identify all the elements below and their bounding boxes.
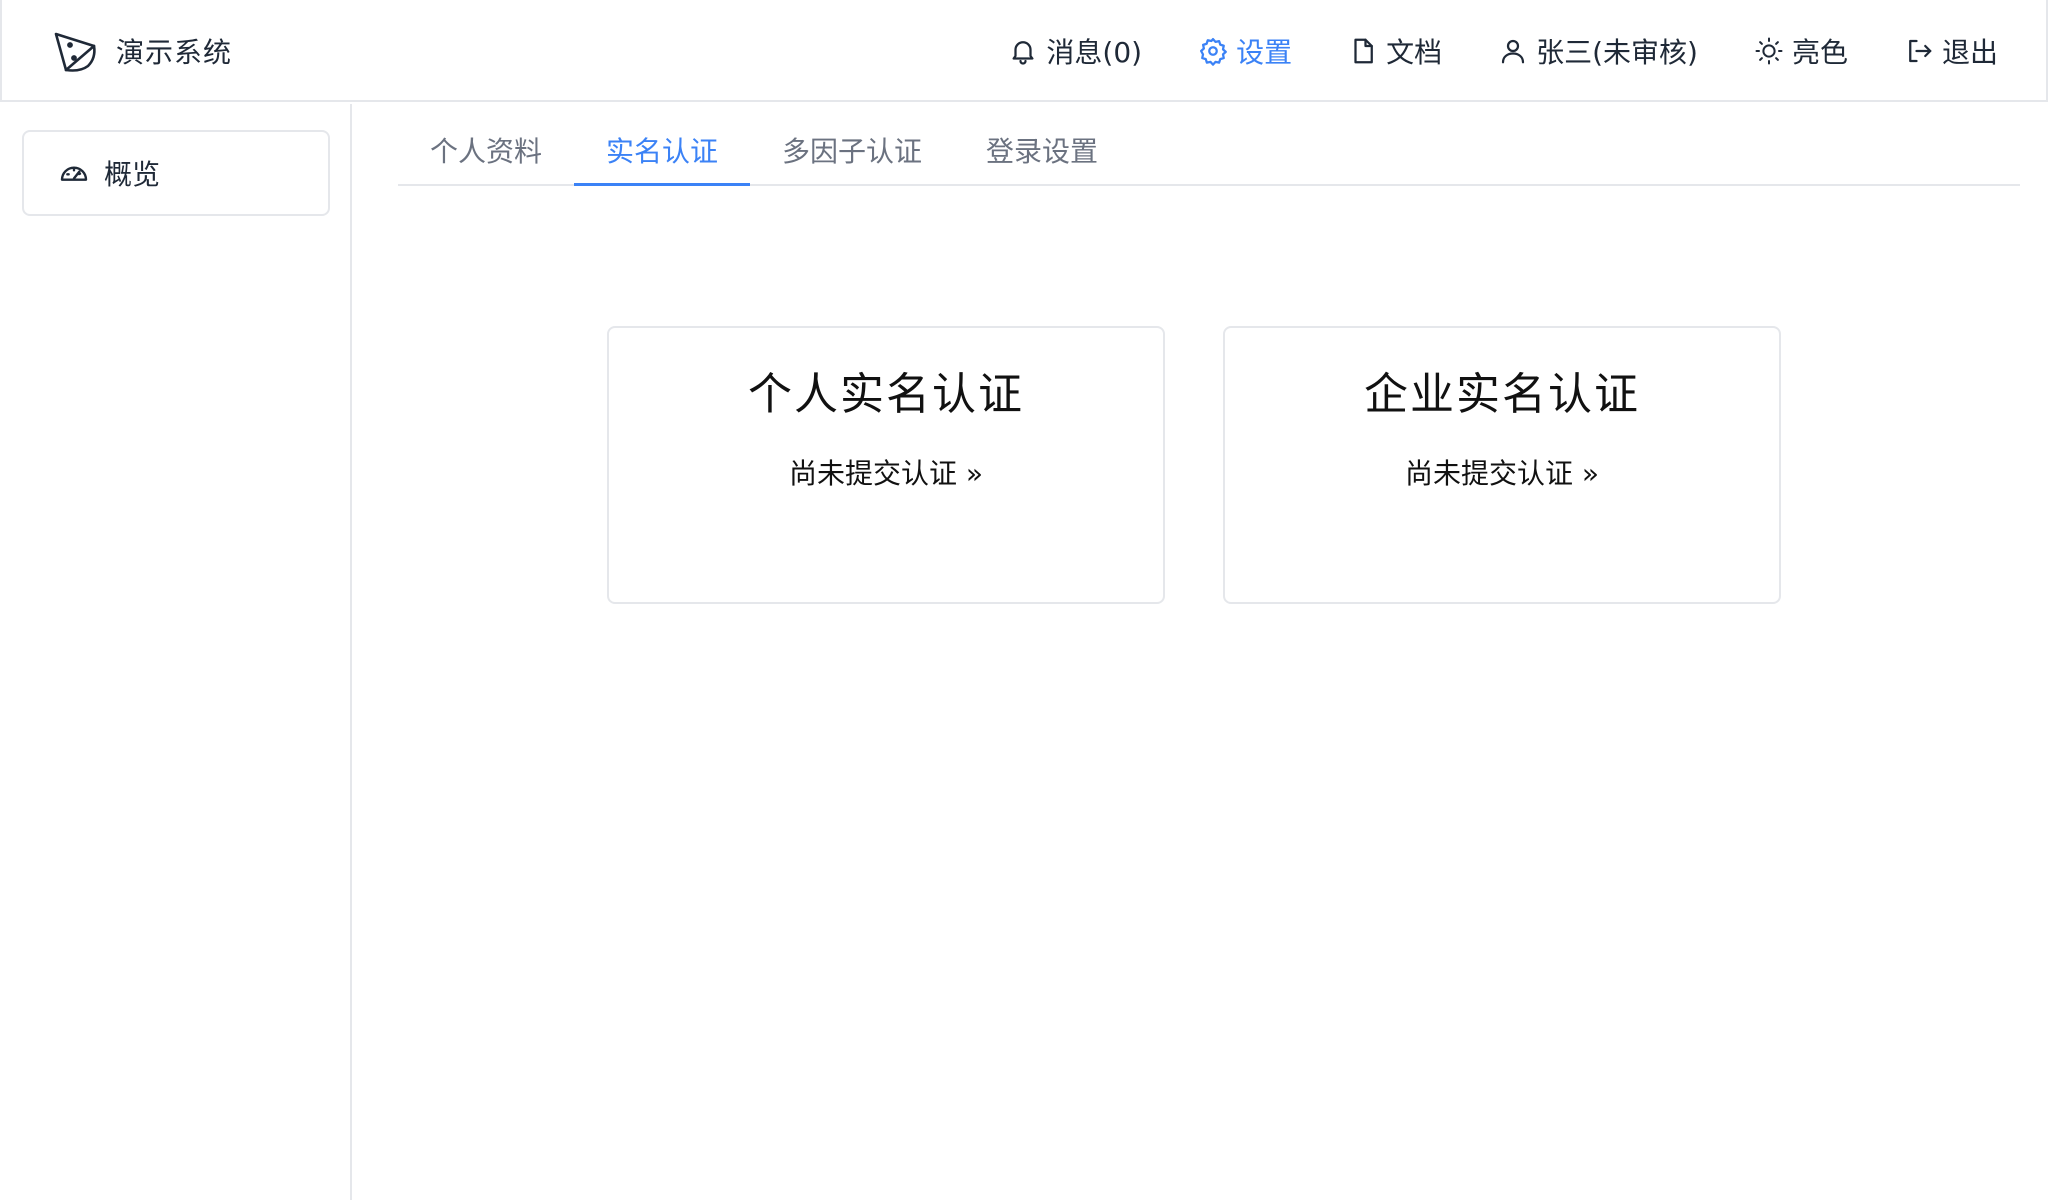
sidebar-item-overview[interactable]: 概览 <box>22 130 330 216</box>
nav-theme[interactable]: 亮色 <box>1754 31 1848 71</box>
sidebar: 概览 <box>0 104 352 1200</box>
tab-login-settings[interactable]: 登录设置 <box>954 120 1130 186</box>
tab-mfa[interactable]: 多因子认证 <box>750 120 954 186</box>
sun-icon <box>1755 37 1783 65</box>
top-header: 演示系统 消息(0) 设置 文档 张三(未审核) 亮色 退出 <box>0 0 2048 102</box>
nav-messages-label: 消息(0) <box>1046 36 1143 69</box>
bell-icon <box>1012 41 1034 65</box>
user-icon <box>1501 39 1525 64</box>
personal-verification-card: 个人实名认证 尚未提交认证 » <box>607 326 1165 604</box>
nav-user-label: 张三(未审核) <box>1536 36 1698 69</box>
nav-docs[interactable]: 文档 <box>1348 31 1442 71</box>
tab-real-name-verification[interactable]: 实名认证 <box>574 120 751 186</box>
brand[interactable]: 演示系统 <box>52 26 232 76</box>
nav-settings[interactable]: 设置 <box>1198 31 1292 71</box>
enterprise-verification-card: 企业实名认证 尚未提交认证 » <box>1223 326 1781 604</box>
pizza-logo-icon <box>54 32 96 72</box>
submit-verification-link[interactable]: 尚未提交认证 » <box>1405 452 1599 492</box>
gauge-icon <box>60 166 88 181</box>
nav-logout-label: 退出 <box>1941 36 1998 69</box>
top-nav: 消息(0) 设置 文档 张三(未审核) 亮色 退出 <box>952 26 1998 76</box>
tab-profile[interactable]: 个人资料 <box>398 120 574 186</box>
submit-verification-link[interactable]: 尚未提交认证 » <box>789 452 983 492</box>
sidebar-item-label: 概览 <box>104 158 161 191</box>
nav-settings-label: 设置 <box>1236 36 1293 69</box>
nav-user[interactable]: 张三(未审核) <box>1498 31 1698 71</box>
brand-name: 演示系统 <box>116 36 233 69</box>
file-icon <box>1354 38 1373 64</box>
gear-icon <box>1200 38 1227 66</box>
card-title: 个人实名认证 <box>748 369 1024 420</box>
nav-logout[interactable]: 退出 <box>1904 31 1998 71</box>
card-title: 企业实名认证 <box>1364 369 1640 420</box>
nav-docs-label: 文档 <box>1386 36 1443 69</box>
nav-messages[interactable]: 消息(0) <box>1008 31 1142 71</box>
nav-theme-label: 亮色 <box>1791 36 1848 69</box>
logout-icon <box>1909 39 1932 63</box>
settings-tabs: 个人资料 实名认证 多因子认证 登录设置 <box>398 120 2020 186</box>
